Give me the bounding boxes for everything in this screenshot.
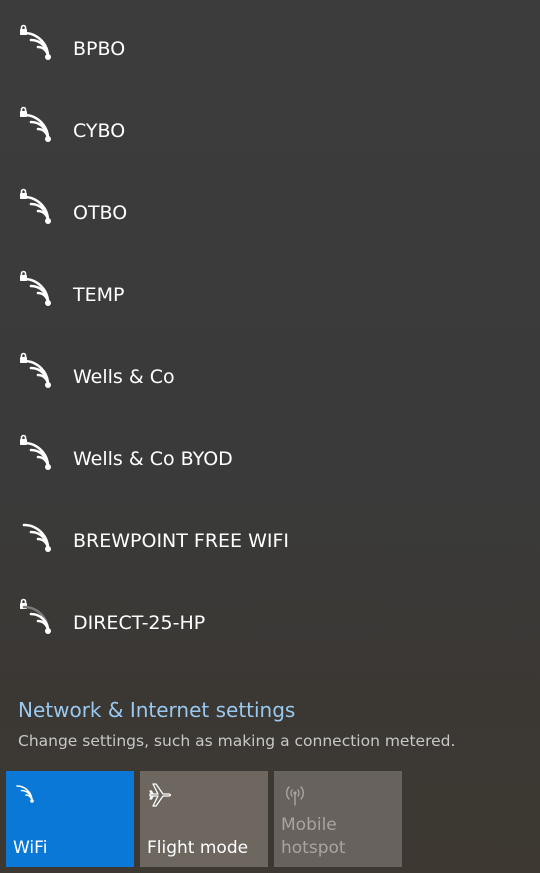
network-item-cybo[interactable]: CYBO: [0, 90, 540, 172]
network-item-direct-25-hp[interactable]: DIRECT-25-HP: [0, 582, 540, 664]
wifi-secured-signal-icon: [20, 434, 51, 470]
wifi-network-list: BPBO CYBO OTBO TEMP Wells & Co Wells & C…: [0, 8, 540, 664]
wifi-icon: [16, 785, 34, 803]
hotspot-icon: [286, 786, 304, 806]
network-internet-settings-link[interactable]: Network & Internet settings: [18, 698, 295, 722]
network-item-otbo[interactable]: OTBO: [0, 172, 540, 254]
wifi-tile-label: WiFi: [13, 838, 48, 858]
network-name: OTBO: [73, 202, 128, 224]
wifi-secured-weak-signal-icon: [20, 598, 51, 634]
airplane-icon: [149, 783, 172, 807]
wifi-secured-signal-icon: [20, 270, 51, 306]
network-name: BPBO: [73, 38, 126, 60]
wifi-toggle-button[interactable]: WiFi: [6, 771, 134, 867]
network-name: TEMP: [73, 284, 125, 306]
network-name: BREWPOINT FREE WIFI: [73, 530, 290, 552]
flight-mode-tile-label: Flight mode: [147, 838, 249, 858]
network-item-wells-co[interactable]: Wells & Co: [0, 336, 540, 418]
network-name: Wells & Co: [73, 366, 175, 388]
network-name: Wells & Co BYOD: [73, 448, 233, 470]
network-name: DIRECT-25-HP: [73, 612, 206, 634]
mobile-hotspot-tile-label: Mobile hotspot: [281, 815, 346, 858]
network-item-temp[interactable]: TEMP: [0, 254, 540, 336]
mobile-hotspot-toggle-button[interactable]: Mobile hotspot: [274, 771, 402, 867]
network-name: CYBO: [73, 120, 126, 142]
wifi-secured-signal-icon: [20, 106, 51, 142]
flight-mode-toggle-button[interactable]: Flight mode: [140, 771, 268, 867]
wifi-open-signal-icon: [22, 523, 51, 552]
network-item-bpbo[interactable]: BPBO: [0, 8, 540, 90]
wifi-secured-signal-icon: [20, 188, 51, 224]
network-item-brewpoint-free-wifi[interactable]: BREWPOINT FREE WIFI: [0, 500, 540, 582]
wifi-secured-signal-icon: [20, 24, 51, 60]
network-settings-description: Change settings, such as making a connec…: [18, 732, 456, 750]
network-item-wells-co-byod[interactable]: Wells & Co BYOD: [0, 418, 540, 500]
wifi-secured-signal-icon: [20, 352, 51, 388]
